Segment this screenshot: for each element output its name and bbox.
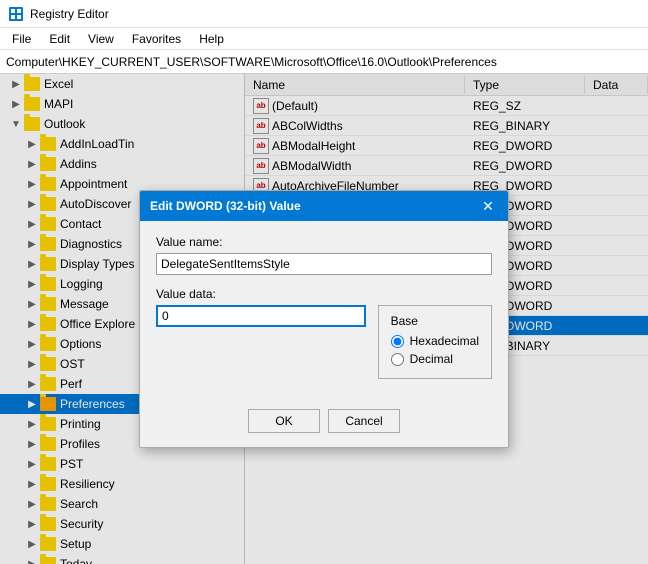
dialog-buttons: OK Cancel — [140, 409, 508, 447]
dialog-title: Edit DWORD (32-bit) Value — [150, 199, 301, 213]
menu-view[interactable]: View — [80, 30, 122, 48]
menu-bar: File Edit View Favorites Help — [0, 28, 648, 50]
menu-file[interactable]: File — [4, 30, 39, 48]
ok-button[interactable]: OK — [248, 409, 320, 433]
menu-help[interactable]: Help — [191, 30, 232, 48]
dialog-close-button[interactable]: ✕ — [478, 196, 498, 216]
radio-hexadecimal[interactable]: Hexadecimal — [391, 334, 479, 348]
address-path: Computer\HKEY_CURRENT_USER\SOFTWARE\Micr… — [6, 55, 497, 69]
radio-hex-input[interactable] — [391, 335, 404, 348]
dialog-overlay: Edit DWORD (32-bit) Value ✕ Value name: … — [0, 74, 648, 564]
data-row: Base Hexadecimal Decimal — [156, 305, 492, 379]
value-data-input[interactable] — [156, 305, 366, 327]
value-name-input[interactable] — [156, 253, 492, 275]
base-group: Base Hexadecimal Decimal — [378, 305, 492, 379]
radio-dec-label: Decimal — [410, 352, 453, 366]
value-data-label: Value data: — [156, 287, 492, 301]
value-name-label: Value name: — [156, 235, 492, 249]
app-icon — [8, 6, 24, 22]
edit-dword-dialog: Edit DWORD (32-bit) Value ✕ Value name: … — [139, 190, 509, 448]
dialog-titlebar: Edit DWORD (32-bit) Value ✕ — [140, 191, 508, 221]
menu-favorites[interactable]: Favorites — [124, 30, 189, 48]
radio-decimal[interactable]: Decimal — [391, 352, 479, 366]
address-bar: Computer\HKEY_CURRENT_USER\SOFTWARE\Micr… — [0, 50, 648, 74]
cancel-button[interactable]: Cancel — [328, 409, 400, 433]
radio-hex-label: Hexadecimal — [410, 334, 479, 348]
base-group-label: Base — [391, 314, 479, 328]
dialog-body: Value name: Value data: Base Hexadecimal… — [140, 221, 508, 409]
title-bar: Registry Editor — [0, 0, 648, 28]
app-title: Registry Editor — [30, 7, 109, 21]
menu-edit[interactable]: Edit — [41, 30, 78, 48]
radio-dec-input[interactable] — [391, 353, 404, 366]
